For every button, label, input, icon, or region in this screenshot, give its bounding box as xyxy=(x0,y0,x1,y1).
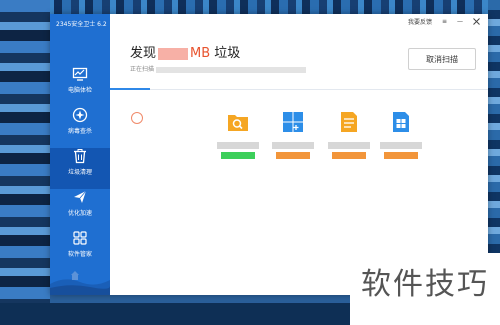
close-icon[interactable] xyxy=(473,18,480,25)
feedback-link[interactable]: 我要反馈 xyxy=(408,17,432,26)
watermark-text: 软件技巧 xyxy=(361,267,489,302)
sidebar-scenery-decoration xyxy=(50,271,110,295)
junk-category-item[interactable] xyxy=(376,111,426,159)
document-icon xyxy=(341,112,357,132)
trash-icon xyxy=(74,149,86,164)
app-title: 2345安全卫士 6.2 xyxy=(56,21,107,28)
scan-status: 正在扫描 xyxy=(130,64,307,73)
scan-headline: 发现 MB 垃圾 xyxy=(130,42,240,61)
desktop-icons-blurred xyxy=(0,0,50,325)
sidebar-item-checkup[interactable]: 电脑体检 xyxy=(50,66,110,107)
monitor-icon xyxy=(72,67,88,81)
sidebar-item-optimize[interactable]: 优化加速 xyxy=(50,189,110,230)
rocket-icon xyxy=(74,190,87,203)
cancel-scan-button[interactable]: 取消扫描 xyxy=(408,48,476,70)
sidebar-item-label: 病毒查杀 xyxy=(67,128,92,135)
category-size-redacted xyxy=(332,152,366,159)
junk-category-item[interactable] xyxy=(213,111,263,159)
header-divider xyxy=(110,89,488,90)
scan-path-redacted xyxy=(156,66,307,73)
sidebar-item-label: 电脑体检 xyxy=(67,87,92,94)
minimize-button[interactable]: — xyxy=(457,18,463,25)
scan-spinner-icon xyxy=(131,112,143,124)
category-name-redacted xyxy=(328,142,370,149)
sidebar-item-label: 优化加速 xyxy=(67,210,92,217)
grid-icon xyxy=(73,231,87,245)
taskbar xyxy=(0,303,350,325)
scan-status-label: 正在扫描 xyxy=(130,66,155,73)
category-name-redacted xyxy=(217,142,259,149)
shield-icon xyxy=(72,107,88,123)
headline-prefix: 发现 xyxy=(130,46,157,61)
sidebar-item-label: 垃圾清理 xyxy=(67,169,92,176)
category-size-redacted xyxy=(276,152,310,159)
category-size-redacted xyxy=(221,152,255,159)
menu-button[interactable]: ≡ xyxy=(442,18,447,25)
sidebar: 2345安全卫士 6.2 电脑体检 病毒查杀 垃圾清理 优化加速 软件管家 xyxy=(50,14,110,295)
headline-suffix: 垃圾 xyxy=(210,46,241,61)
windows-file-icon xyxy=(393,112,409,132)
category-name-redacted xyxy=(272,142,314,149)
sidebar-item-software[interactable]: 软件管家 xyxy=(50,230,110,271)
watermark-box: 软件技巧 xyxy=(350,253,500,325)
windows-icon xyxy=(283,112,303,132)
scan-progress-indicator xyxy=(110,88,150,90)
sidebar-item-antivirus[interactable]: 病毒查杀 xyxy=(50,107,110,148)
junk-size-redacted xyxy=(158,47,189,60)
desktop-bottom-strip xyxy=(50,295,350,303)
headline-unit: MB xyxy=(190,46,211,61)
window-controls: 我要反馈 ≡ — xyxy=(408,17,480,26)
junk-category-item[interactable] xyxy=(324,111,374,159)
sidebar-item-cleanup[interactable]: 垃圾清理 xyxy=(50,148,110,189)
category-name-redacted xyxy=(380,142,422,149)
category-size-redacted xyxy=(384,152,418,159)
junk-category-item[interactable] xyxy=(268,111,318,159)
search-folder-icon xyxy=(228,115,248,131)
sidebar-item-label: 软件管家 xyxy=(67,251,92,258)
